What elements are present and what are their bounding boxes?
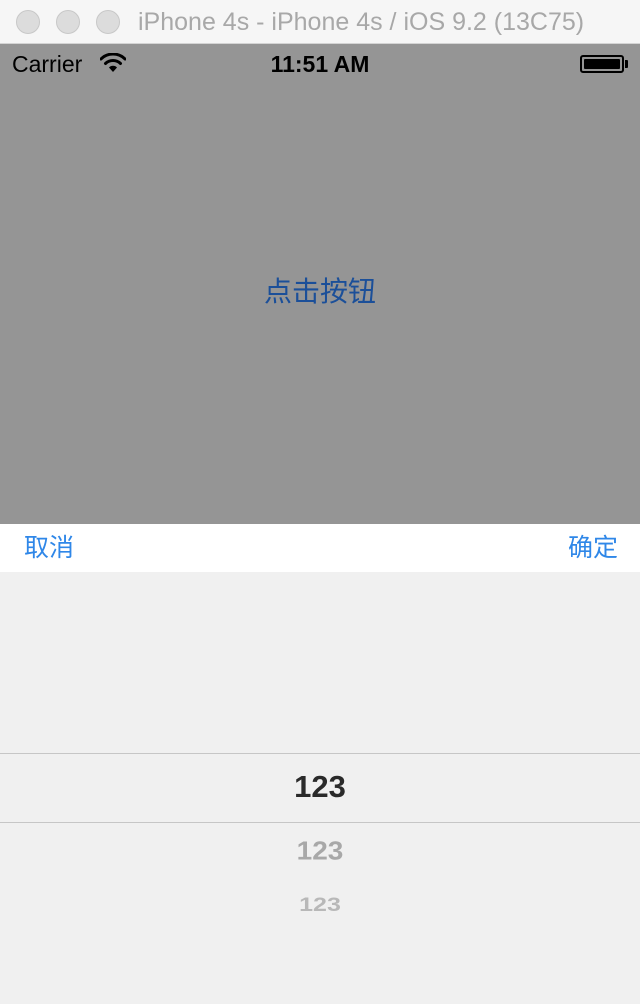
selection-indicator-bottom — [0, 822, 640, 823]
picker-toolbar: 取消 确定 — [0, 524, 640, 572]
picker-row[interactable]: 123 — [0, 893, 640, 916]
minimize-window-button[interactable] — [56, 10, 80, 34]
battery-icon — [580, 55, 624, 73]
selection-indicator-top — [0, 753, 640, 754]
confirm-button[interactable]: 确定 — [568, 526, 618, 570]
close-window-button[interactable] — [16, 10, 40, 34]
zoom-window-button[interactable] — [96, 10, 120, 34]
simulator-window: iPhone 4s - iPhone 4s / iOS 9.2 (13C75) … — [0, 0, 640, 1004]
window-titlebar: iPhone 4s - iPhone 4s / iOS 9.2 (13C75) — [0, 0, 640, 44]
battery-tip — [625, 60, 628, 68]
picker-row-selected[interactable]: 123 — [0, 768, 640, 806]
status-time: 11:51 AM — [270, 51, 370, 77]
picker-wheel[interactable]: 123 123 123 — [0, 572, 640, 1004]
device-screen: Carrier 11:51 AM 点击按钮 取消 确定 123 123 123 — [0, 44, 640, 1004]
battery-level-fill — [584, 59, 620, 69]
tap-button[interactable]: 点击按钮 — [220, 270, 420, 314]
dimmed-content-area[interactable]: Carrier 11:51 AM 点击按钮 — [0, 44, 640, 524]
picker-row[interactable]: 123 — [0, 835, 640, 866]
status-bar: Carrier 11:51 AM — [0, 44, 640, 84]
cancel-button[interactable]: 取消 — [24, 526, 74, 570]
window-title: iPhone 4s - iPhone 4s / iOS 9.2 (13C75) — [138, 8, 585, 36]
